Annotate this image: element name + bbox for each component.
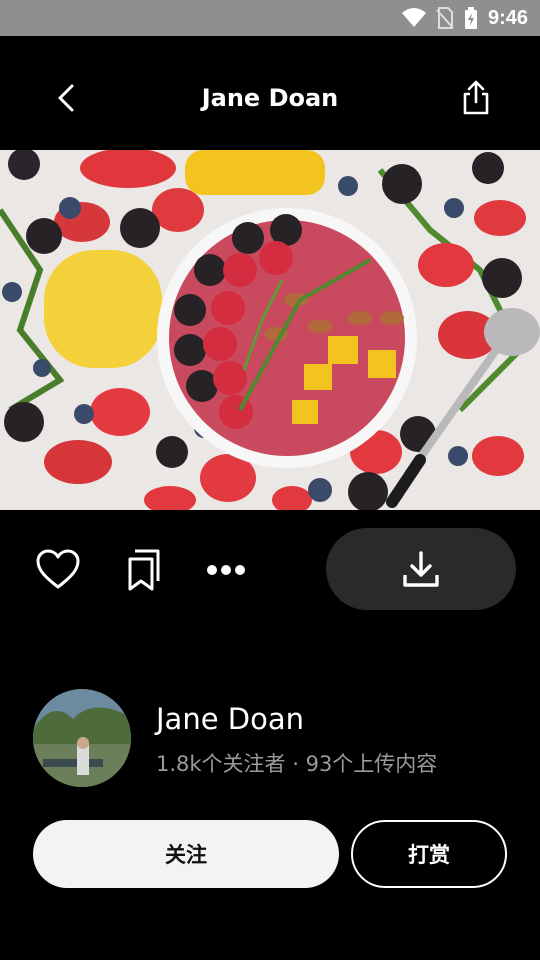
bookmark-icon: [128, 549, 160, 591]
download-button[interactable]: [326, 528, 516, 610]
top-app-bar: Jane Doan: [0, 36, 540, 150]
follow-button[interactable]: 关注: [33, 820, 339, 888]
like-button[interactable]: [34, 546, 82, 594]
share-button[interactable]: [456, 78, 496, 118]
download-icon: [403, 551, 439, 587]
more-button[interactable]: [202, 546, 250, 594]
more-icon: [207, 565, 245, 575]
heart-icon: [36, 549, 80, 589]
smoothie-bowl-photo: [0, 150, 540, 510]
share-icon: [463, 80, 489, 115]
author-stats: 1.8k个关注者 · 93个上传内容: [156, 752, 438, 776]
photo[interactable]: [0, 150, 540, 510]
author-name[interactable]: Jane Doan: [156, 702, 304, 736]
status-time: 9:46: [487, 6, 528, 29]
avatar-photo: [33, 689, 131, 787]
status-icons: 9:46: [401, 0, 528, 36]
collect-button[interactable]: [118, 546, 166, 594]
battery-icon: [464, 7, 477, 29]
status-bar: 9:46: [0, 0, 540, 36]
tip-button[interactable]: 打赏: [351, 820, 507, 888]
author-profile: Jane Doan 1.8k个关注者 · 93个上传内容: [0, 680, 540, 800]
action-bar: [0, 510, 540, 630]
wifi-icon: [401, 8, 426, 27]
avatar[interactable]: [33, 689, 131, 787]
no-sim-icon: [436, 7, 454, 29]
